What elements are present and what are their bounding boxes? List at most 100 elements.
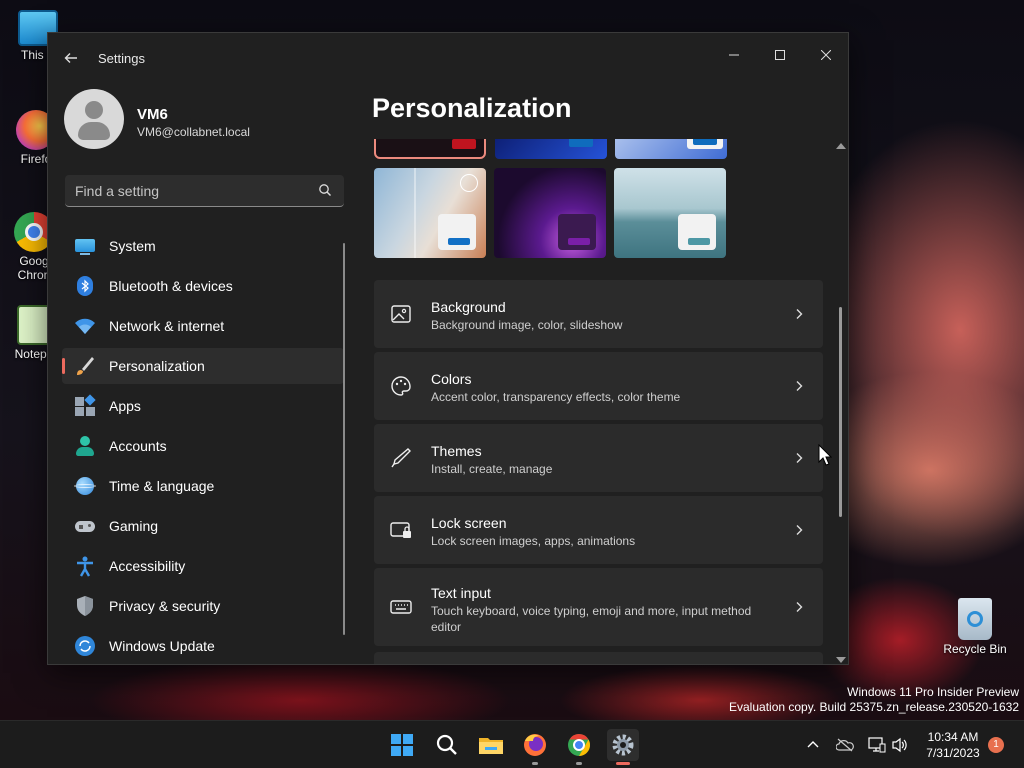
nav-item-gaming[interactable]: Gaming <box>62 508 344 544</box>
system-tray <box>800 721 910 768</box>
nav-item-time-language[interactable]: Time & language <box>62 468 344 504</box>
scroll-down-icon[interactable] <box>836 657 846 663</box>
wifi-icon <box>74 315 96 337</box>
volume-icon[interactable] <box>891 736 909 754</box>
minimize-button[interactable] <box>711 39 757 71</box>
globe-icon <box>74 475 96 497</box>
chevron-right-icon <box>796 525 803 535</box>
nav-item-bluetooth[interactable]: Bluetooth & devices <box>62 268 344 304</box>
nav-label: System <box>109 238 156 254</box>
user-account-header[interactable]: VM6 VM6@collabnet.local <box>64 89 354 153</box>
scroll-up-icon[interactable] <box>836 143 846 149</box>
card-subtitle: Background image, color, slideshow <box>431 318 623 332</box>
update-icon <box>74 635 96 657</box>
nav-label: Gaming <box>109 518 159 534</box>
search-input[interactable] <box>75 181 305 201</box>
theme-thumbnail[interactable] <box>615 139 727 159</box>
theme-thumbnail[interactable] <box>495 139 607 159</box>
window-title: Settings <box>98 51 145 66</box>
chevron-right-icon <box>796 453 803 463</box>
taskbar-firefox[interactable] <box>519 729 551 765</box>
maximize-icon <box>775 50 785 60</box>
nav-label: Personalization <box>109 358 205 374</box>
notepad-icon <box>17 305 51 345</box>
nav-item-accounts[interactable]: Accounts <box>62 428 344 464</box>
taskbar-search-button[interactable] <box>431 729 463 761</box>
nav-label: Time & language <box>109 478 215 494</box>
title-bar[interactable]: Settings <box>48 33 848 81</box>
taskbar-settings[interactable] <box>607 729 639 765</box>
bluetooth-icon <box>74 275 96 297</box>
nav-item-privacy-security[interactable]: Privacy & security <box>62 588 344 624</box>
chevron-up-icon[interactable] <box>806 738 820 752</box>
settings-window: Settings VM6 VM6@collabnet.local System … <box>47 32 849 665</box>
watermark-line-2: Evaluation copy. Build 25375.zn_release.… <box>729 700 1019 714</box>
card-subtitle: Install, create, manage <box>431 462 553 476</box>
card-partial[interactable] <box>374 652 823 664</box>
taskbar-clock[interactable]: 10:34 AM 7/31/2023 <box>918 729 988 761</box>
maximize-button[interactable] <box>757 39 803 71</box>
theme-thumbnail[interactable] <box>374 168 486 258</box>
minimize-icon <box>729 54 739 56</box>
search-icon <box>436 734 457 755</box>
nav-item-apps[interactable]: Apps <box>62 388 344 424</box>
theme-thumbnail[interactable] <box>614 168 726 258</box>
card-background[interactable]: Background Background image, color, slid… <box>374 280 823 348</box>
nav-item-personalization[interactable]: Personalization <box>62 348 344 384</box>
search-icon[interactable] <box>318 183 332 197</box>
pen-icon <box>391 448 411 468</box>
shield-icon <box>74 595 96 617</box>
keyboard-icon <box>390 600 412 614</box>
apps-icon <box>74 394 96 417</box>
network-icon[interactable] <box>868 736 886 754</box>
notification-badge[interactable]: 1 <box>988 737 1004 753</box>
chevron-right-icon <box>796 381 803 391</box>
arrow-left-icon <box>64 53 77 63</box>
card-themes[interactable]: Themes Install, create, manage <box>374 424 823 492</box>
system-icon <box>74 235 96 257</box>
card-title: Themes <box>431 443 482 459</box>
mouse-cursor-icon <box>818 444 832 466</box>
content-scrollbar[interactable] <box>836 143 846 663</box>
nav-item-windows-update[interactable]: Windows Update <box>62 628 344 664</box>
start-button[interactable] <box>386 729 418 761</box>
back-button[interactable] <box>60 47 82 69</box>
taskbar: 10:34 AM 7/31/2023 1 <box>0 720 1024 768</box>
chrome-icon <box>568 734 590 756</box>
start-icon <box>391 734 413 756</box>
nav-scrollbar[interactable] <box>343 243 345 635</box>
nav-label: Apps <box>109 398 141 414</box>
desktop-icon-label: Recycle Bin <box>943 642 1007 656</box>
desktop-icon-recycle-bin[interactable]: Recycle Bin <box>942 598 1008 656</box>
brush-icon <box>74 355 96 377</box>
file-explorer-icon <box>479 738 503 754</box>
account-icon <box>74 435 96 457</box>
taskbar-chrome[interactable] <box>563 729 595 765</box>
close-button[interactable] <box>803 39 848 71</box>
scroll-thumb[interactable] <box>839 307 842 517</box>
theme-thumbnail-selected[interactable] <box>374 139 486 159</box>
card-title: Colors <box>431 371 472 387</box>
nav-item-network[interactable]: Network & internet <box>62 308 344 344</box>
page-title: Personalization <box>372 93 572 123</box>
search-box[interactable] <box>65 175 344 207</box>
nav-label: Network & internet <box>109 318 225 334</box>
taskbar-file-explorer[interactable] <box>475 729 507 761</box>
card-lock-screen[interactable]: Lock screen Lock screen images, apps, an… <box>374 496 823 564</box>
settings-icon <box>612 734 634 756</box>
gamepad-icon <box>74 515 96 537</box>
camera-icon <box>460 174 478 192</box>
nav-item-accessibility[interactable]: Accessibility <box>62 548 344 584</box>
user-email: VM6@collabnet.local <box>137 125 250 139</box>
theme-row-2 <box>374 168 734 258</box>
nav-list: System Bluetooth & devices Network & int… <box>62 228 344 664</box>
onedrive-offline-icon[interactable] <box>836 737 854 753</box>
card-text-input[interactable]: Text input Touch keyboard, voice typing,… <box>374 568 823 646</box>
nav-item-system[interactable]: System <box>62 228 344 264</box>
theme-thumbnail[interactable] <box>494 168 606 258</box>
lock-screen-icon <box>390 522 411 538</box>
card-colors[interactable]: Colors Accent color, transparency effect… <box>374 352 823 420</box>
card-subtitle: Lock screen images, apps, animations <box>431 534 636 548</box>
accessibility-icon <box>74 555 96 577</box>
recycle-bin-icon <box>958 598 992 640</box>
